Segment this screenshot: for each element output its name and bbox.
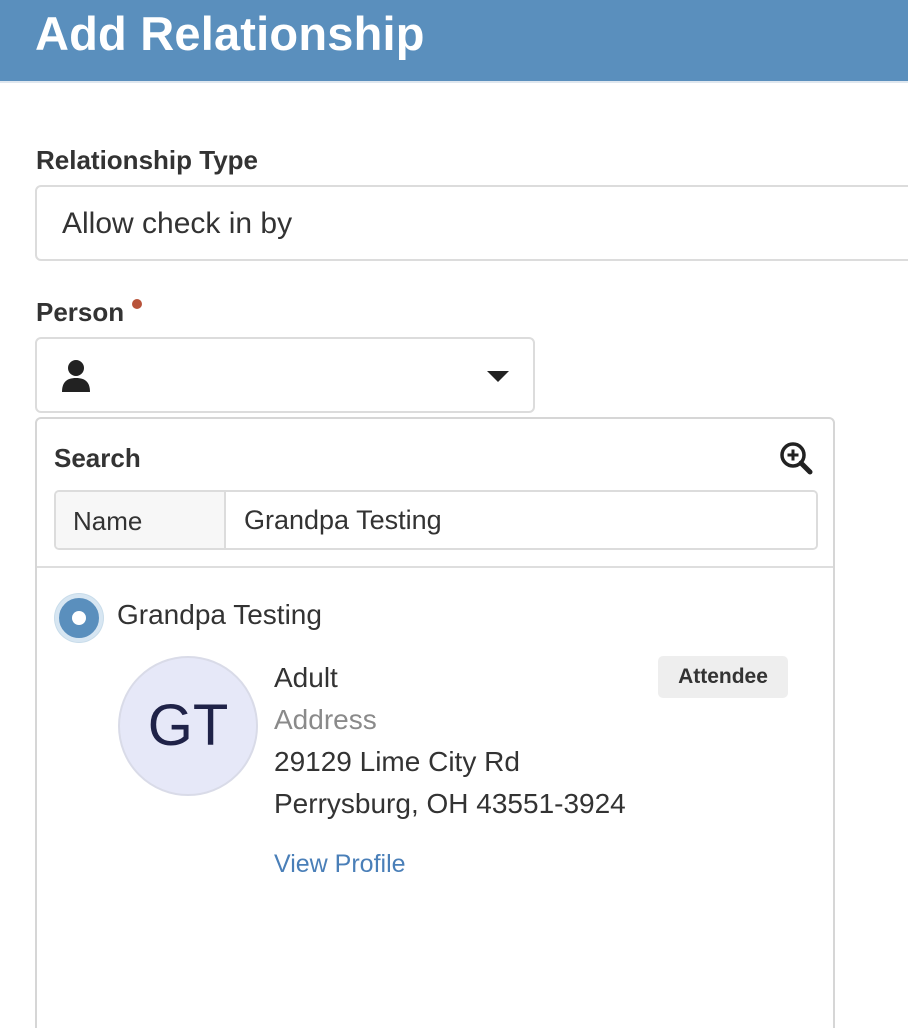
- avatar: GT: [118, 656, 258, 796]
- radio-dot: [72, 611, 86, 625]
- relationship-type-select[interactable]: Allow check in by: [35, 185, 908, 261]
- relationship-type-value: Allow check in by: [62, 207, 293, 240]
- person-label: Person: [36, 297, 125, 327]
- address-line-1: 29129 Lime City Rd: [274, 746, 520, 777]
- result-select-radio[interactable]: [55, 594, 103, 642]
- zoom-in-icon[interactable]: [779, 441, 813, 475]
- name-search-input[interactable]: [228, 492, 816, 548]
- result-name[interactable]: Grandpa Testing: [117, 599, 322, 631]
- person-icon: [62, 360, 90, 392]
- name-search-row: Name: [54, 490, 818, 550]
- relationship-type-label: Relationship Type: [36, 145, 258, 175]
- required-indicator: [132, 299, 143, 309]
- attendee-badge: Attendee: [658, 656, 788, 698]
- page-header: Add Relationship: [0, 0, 908, 83]
- person-search-popup: Search Name Grandpa Testing GT Adult Add…: [35, 417, 835, 1028]
- person-label-row: Person: [36, 297, 143, 328]
- person-picker[interactable]: [35, 337, 535, 413]
- name-field-label: Name: [56, 492, 226, 548]
- search-title: Search: [54, 443, 141, 473]
- view-profile-link[interactable]: View Profile: [274, 850, 406, 879]
- caret-down-icon[interactable]: [487, 371, 509, 382]
- results-divider: [37, 566, 833, 568]
- age-class: Adult: [274, 662, 338, 693]
- address-label: Address: [274, 704, 377, 735]
- address-line-2: Perrysburg, OH 43551-3924: [274, 788, 626, 819]
- page-title: Add Relationship: [35, 7, 425, 60]
